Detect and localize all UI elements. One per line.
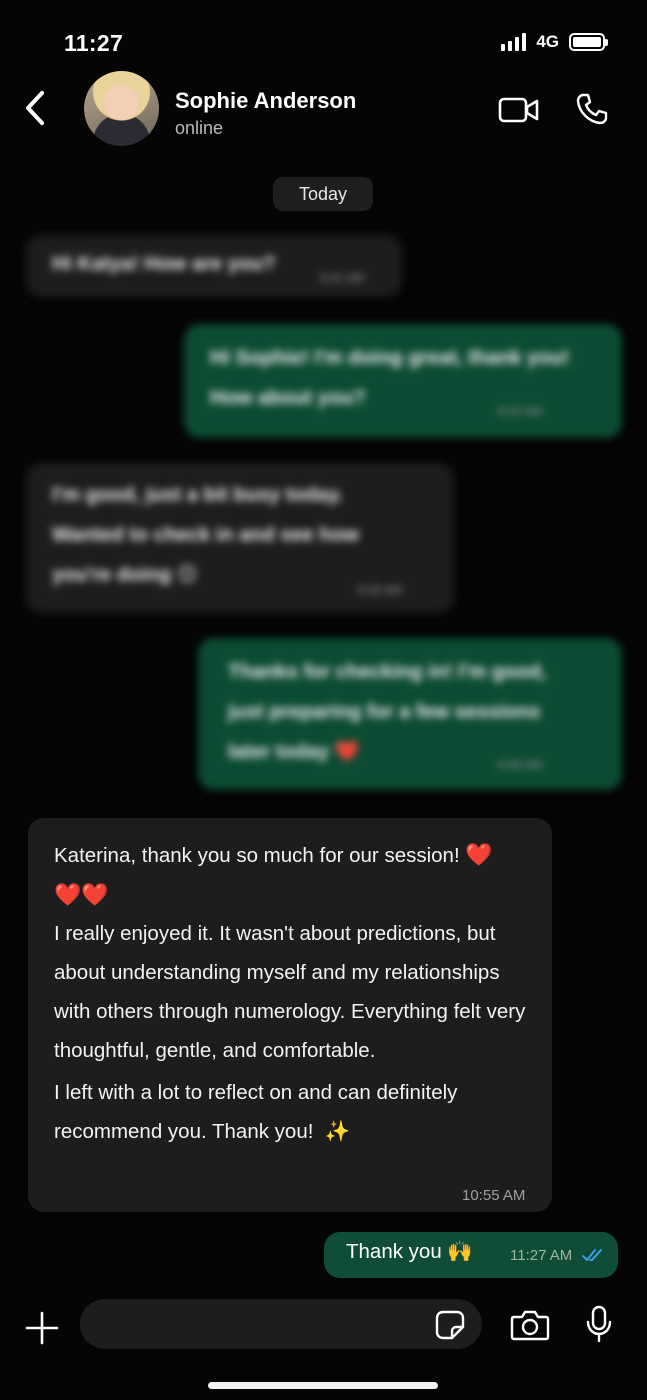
status-time: 11:27 [64,30,124,56]
sticker-icon[interactable] [435,1310,465,1340]
plus-icon[interactable] [24,1310,60,1346]
signal-icon [501,33,527,51]
message-input[interactable] [80,1299,482,1349]
status-indicators: 4G [501,32,608,52]
message-bubble-incoming[interactable]: Katerina, thank you so much for our sess… [28,818,552,1212]
message-text: Thank you 🙌 [346,1240,473,1263]
message-paragraph-2: I really enjoyed it. It wasn't about pre… [54,922,526,1062]
back-arrow-icon[interactable] [18,88,54,128]
message-bubble-outgoing[interactable]: Thanks for checking in! I'm good, just p… [198,638,622,790]
date-separator: Today [273,177,373,211]
message-time: 9:45 AM [358,583,403,597]
battery-icon [569,33,608,51]
contact-name[interactable]: Sophie Anderson [175,88,356,114]
message-time: 9:42 AM [498,404,543,418]
message-text: I'm good, just a bit busy today. Wanted … [52,484,360,586]
message-paragraph-3: I left with a lot to reflect on and can … [54,1081,458,1143]
contact-status: online [175,118,224,138]
phone-call-icon[interactable] [575,92,609,126]
message-bubble-incoming[interactable]: I'm good, just a bit busy today. Wanted … [26,463,454,613]
camera-icon[interactable] [510,1309,550,1341]
message-time: 9:41 AM [320,271,365,285]
message-line-1: Katerina, thank you so much for our sess… [54,844,460,867]
message-text: Hi Katya! How are you? [52,253,276,275]
message-text: Katerina, thank you so much for our sess… [54,836,534,1152]
contact-avatar[interactable] [84,71,159,146]
heart-emoji: ❤️ [465,842,493,867]
message-time: 10:55 AM [462,1187,526,1204]
message-time: 11:27 AM [510,1247,573,1264]
microphone-icon[interactable] [586,1305,612,1343]
hearts-emoji: ❤️❤️ [54,881,109,907]
sparkles-emoji: ✨ [324,1119,351,1143]
read-ticks-icon [582,1249,602,1261]
message-bubble-incoming[interactable]: Hi Katya! How are you? 9:41 AM [26,235,402,297]
home-indicator[interactable] [208,1382,438,1389]
message-bubble-outgoing[interactable]: Hi Sophie! I'm doing great, thank you! H… [184,324,622,438]
message-text: Thanks for checking in! I'm good, just p… [228,661,547,763]
network-type: 4G [536,32,559,51]
chat-screen: 11:27 4G Sophie Anderson online Today Hi… [0,0,647,1400]
message-time: 9:48 AM [498,758,543,772]
message-bubble-outgoing[interactable]: Thank you 🙌 11:27 AM [324,1232,618,1278]
video-call-icon[interactable] [498,96,540,124]
